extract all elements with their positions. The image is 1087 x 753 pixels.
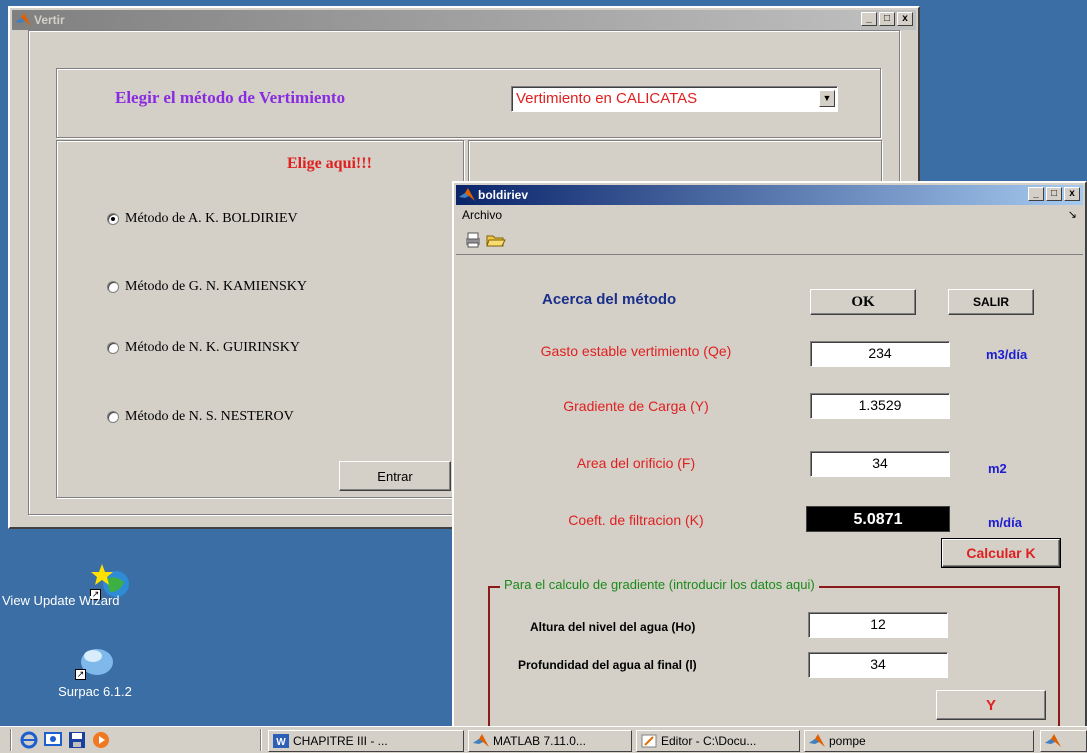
profundidad-input[interactable]: 34 <box>808 652 948 678</box>
gasto-unit: m3/día <box>986 347 1028 362</box>
radio-label: Método de A. K. BOLDIRIEV <box>125 211 298 226</box>
menubar: Archivo ↘ <box>456 205 1083 225</box>
task-chapitre[interactable]: W CHAPITRE III - ... <box>268 730 464 752</box>
maximize-button[interactable]: □ <box>879 12 895 26</box>
entrar-button[interactable]: Entrar <box>339 461 451 491</box>
elige-label: Elige aqui!!! <box>287 155 372 172</box>
area-unit: m2 <box>988 461 1007 476</box>
altura-label: Altura del nivel del agua (Ho) <box>530 620 696 634</box>
surpac-label: Surpac 6.1.2 <box>58 684 132 699</box>
radio-label: Método de N. S. NESTEROV <box>125 409 294 424</box>
acerca-label: Acerca del método <box>542 291 677 308</box>
matlab-logo-icon <box>473 734 489 747</box>
ie-icon[interactable] <box>20 731 38 749</box>
y-button[interactable]: Y <box>936 690 1046 720</box>
desktop-icon[interactable] <box>44 731 62 749</box>
save-icon[interactable] <box>68 731 86 749</box>
minimize-button[interactable]: _ <box>861 12 877 26</box>
open-folder-icon[interactable] <box>486 232 506 248</box>
task-label: CHAPITRE III - ... <box>293 734 388 748</box>
surpac-shortcut[interactable]: ↗ Surpac 6.1.2 <box>30 640 160 699</box>
toolbar <box>456 227 1083 255</box>
menu-dock-arrow-icon[interactable]: ↘ <box>1068 205 1077 225</box>
task-label: pompe <box>829 734 866 748</box>
task-matlab-extra[interactable] <box>1040 730 1087 752</box>
gasto-label: Gasto estable vertimiento (Qe) <box>540 343 732 359</box>
editor-icon <box>641 734 657 748</box>
ok-button[interactable]: OK <box>810 289 916 315</box>
boldiriev-title: boldiriev <box>478 188 529 202</box>
word-icon: W <box>273 734 289 748</box>
taskbar-divider <box>260 729 262 751</box>
task-matlab[interactable]: MATLAB 7.11.0... <box>468 730 632 752</box>
task-label: MATLAB 7.11.0... <box>493 734 586 748</box>
profundidad-label: Profundidad del agua al final (l) <box>518 658 697 672</box>
gasto-input[interactable]: 234 <box>810 341 950 367</box>
calcular-k-button[interactable]: Calcular K <box>941 538 1061 568</box>
gradiente-label: Gradiente de Carga (Y) <box>563 398 709 414</box>
chevron-down-icon[interactable]: ▼ <box>819 90 835 107</box>
task-label: Editor - C:\Docu... <box>661 734 757 748</box>
print-icon[interactable] <box>464 232 482 248</box>
radio-selected-icon <box>107 213 119 225</box>
altura-input[interactable]: 12 <box>808 612 948 638</box>
matlab-logo-icon <box>459 188 475 201</box>
radio-boldiriev[interactable]: Método de A. K. BOLDIRIEV <box>107 211 298 227</box>
close-button[interactable]: x <box>897 12 913 26</box>
radio-guirinsky[interactable]: Método de N. K. GUIRINSKY <box>107 340 300 356</box>
matlab-logo-icon <box>1045 734 1061 747</box>
gradiente-input[interactable]: 1.3529 <box>810 393 950 419</box>
svg-text:W: W <box>276 737 286 748</box>
taskbar: W CHAPITRE III - ... MATLAB 7.11.0... Ed… <box>0 726 1087 753</box>
area-label: Area del orificio (F) <box>576 455 696 471</box>
taskbar-divider <box>10 729 12 751</box>
radio-kamiensky[interactable]: Método de G. N. KAMIENSKY <box>107 279 307 295</box>
wizard-label: View Update Wizard <box>2 593 120 608</box>
boldiriev-window: boldiriev _ □ x Archivo ↘ Acerca del mét… <box>452 181 1087 746</box>
boldiriev-titlebar[interactable]: boldiriev _ □ x <box>456 185 1083 205</box>
matlab-logo-icon <box>809 734 825 747</box>
method-radio-panel: Elige aqui!!! Método de A. K. BOLDIRIEV … <box>56 140 464 498</box>
vertir-title: Vertir <box>34 13 65 27</box>
area-input[interactable]: 34 <box>810 451 950 477</box>
close-button[interactable]: x <box>1064 187 1080 201</box>
method-select-value: Vertimiento en CALICATAS <box>516 90 698 107</box>
radio-label: Método de N. K. GUIRINSKY <box>125 340 300 355</box>
coef-output: 5.0871 <box>806 506 950 532</box>
radio-icon <box>107 342 119 354</box>
method-header-panel: Elegir el método de Vertimiento Vertimie… <box>56 68 881 138</box>
salir-button[interactable]: SALIR <box>948 289 1034 315</box>
method-select[interactable]: Vertimiento en CALICATAS ▼ <box>511 86 838 112</box>
menu-archivo[interactable]: Archivo <box>462 205 502 225</box>
radio-nesterov[interactable]: Método de N. S. NESTEROV <box>107 409 294 425</box>
vertir-titlebar[interactable]: Vertir _ □ x <box>12 10 916 30</box>
minimize-button[interactable]: _ <box>1028 187 1044 201</box>
gradiente-group: Para el calculo de gradiente (introducir… <box>488 577 1060 746</box>
task-pompe[interactable]: pompe <box>804 730 1034 752</box>
radio-label: Método de G. N. KAMIENSKY <box>125 279 307 294</box>
coef-label: Coeft. de filtracion (K) <box>568 512 704 528</box>
matlab-logo-icon <box>15 13 31 26</box>
maximize-button[interactable]: □ <box>1046 187 1062 201</box>
radio-icon <box>107 411 119 423</box>
view-update-wizard-shortcut[interactable]: ↗ View Update Wizard <box>2 560 175 608</box>
surpac-icon: ↗ <box>75 640 115 680</box>
method-heading: Elegir el método de Vertimiento <box>115 88 346 107</box>
task-editor[interactable]: Editor - C:\Docu... <box>636 730 800 752</box>
media-player-icon[interactable] <box>92 731 110 749</box>
coef-unit: m/día <box>988 515 1022 530</box>
group-title: Para el calculo de gradiente (introducir… <box>500 577 819 592</box>
radio-icon <box>107 281 119 293</box>
